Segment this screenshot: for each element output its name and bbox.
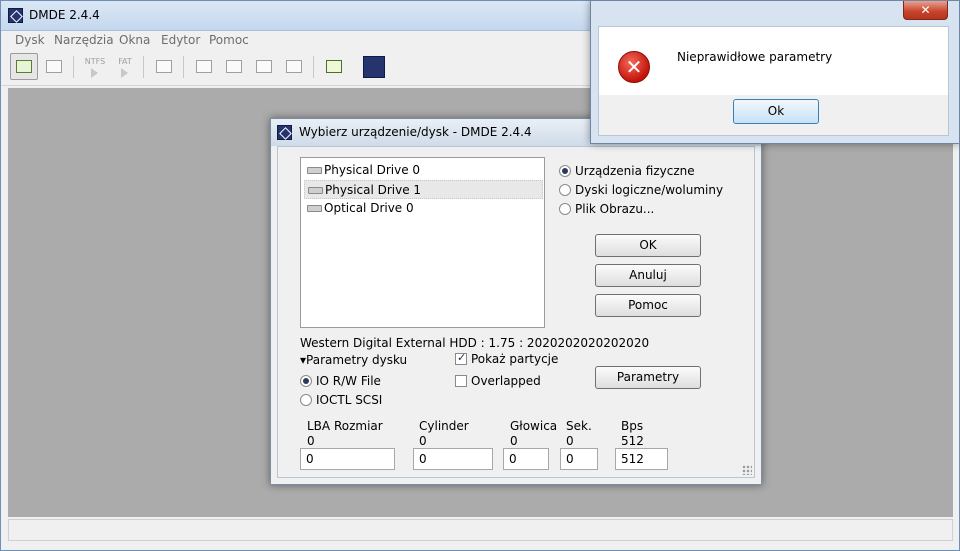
dialog-title: Wybierz urządzenie/dysk - DMDE 2.4.4 xyxy=(299,125,532,139)
drive-name: Physical Drive 0 xyxy=(324,163,421,177)
play-icon xyxy=(121,68,128,78)
heads-current-value: 0 xyxy=(510,434,518,448)
toolbar-separator xyxy=(313,56,314,78)
main-window-title: DMDE 2.4.4 xyxy=(29,8,100,22)
select-device-dialog: Wybierz urządzenie/dysk - DMDE 2.4.4 Phy… xyxy=(270,118,762,485)
table-icon xyxy=(256,60,272,73)
lba-size-label: LBA Rozmiar xyxy=(307,419,383,433)
help-button[interactable]: Pomoc xyxy=(595,294,701,317)
radio-label: Urządzenia fizyczne xyxy=(575,164,695,178)
sparkle-page-icon xyxy=(156,60,172,73)
status-bar xyxy=(8,519,953,541)
radio-indicator[interactable] xyxy=(300,394,312,406)
dialog-body: Physical Drive 0 Physical Drive 1 Optica… xyxy=(277,146,755,478)
optical-drive-icon xyxy=(307,205,322,212)
cylinder-current-value: 0 xyxy=(419,434,427,448)
search-icon xyxy=(286,60,302,73)
toolbar-separator xyxy=(73,56,74,78)
menu-pomoc[interactable]: Pomoc xyxy=(209,33,249,47)
radio-indicator[interactable] xyxy=(559,165,571,177)
ntfs-label: NTFS xyxy=(84,57,106,66)
radio-indicator[interactable] xyxy=(559,203,571,215)
fat-label: FAT xyxy=(118,57,132,66)
drive-list-item-selected[interactable]: Physical Drive 1 xyxy=(304,180,543,199)
drive-list-item[interactable]: Optical Drive 0 xyxy=(304,199,543,218)
checkbox-indicator[interactable] xyxy=(455,351,467,365)
bps-current-value: 512 xyxy=(621,434,644,448)
cancel-button[interactable]: Anuluj xyxy=(595,264,701,287)
table-view-button[interactable] xyxy=(250,53,278,80)
drive-icon xyxy=(16,60,32,73)
lba-current-value: 0 xyxy=(307,434,315,448)
dmde-app-icon xyxy=(8,8,23,23)
search-view-button[interactable] xyxy=(280,53,308,80)
parameters-button[interactable]: Parametry xyxy=(595,366,701,389)
list-view-button[interactable] xyxy=(220,53,248,80)
radio-label: Plik Obrazu... xyxy=(575,202,655,216)
sectors-current-value: 0 xyxy=(566,434,574,448)
menu-narzedzia[interactable]: Narzędzia xyxy=(54,33,114,47)
checkbox-label: Overlapped xyxy=(471,374,541,388)
drive-list-item[interactable]: Physical Drive 0 xyxy=(304,161,543,180)
play-icon xyxy=(91,68,98,78)
dmde-logo-icon xyxy=(363,56,385,78)
lba-size-field[interactable]: 0 xyxy=(300,448,395,470)
checkbox-indicator[interactable] xyxy=(455,375,467,387)
partitions-button[interactable] xyxy=(40,53,68,80)
error-ok-button[interactable]: Ok xyxy=(733,99,819,124)
radio-indicator[interactable] xyxy=(300,375,312,387)
error-message: Nieprawidłowe parametry xyxy=(677,50,833,64)
heads-field[interactable]: 0 xyxy=(503,448,549,470)
partition-list-icon xyxy=(46,60,62,73)
radio-label: IO R/W File xyxy=(316,374,381,388)
ntfs-button[interactable]: NTFS xyxy=(80,53,108,80)
checkbox-label: Pokaż partycje xyxy=(471,352,559,366)
fat-button[interactable]: FAT xyxy=(110,53,138,80)
hard-drive-icon xyxy=(308,187,323,194)
tree-view-button[interactable] xyxy=(190,53,218,80)
error-message-area: ✕ Nieprawidłowe parametry xyxy=(599,27,948,95)
sectors-label: Sek. xyxy=(566,419,592,433)
close-button[interactable]: ✕ xyxy=(903,1,948,20)
dmde-logo-button[interactable] xyxy=(360,53,388,80)
ok-button[interactable]: OK xyxy=(595,234,701,257)
list-icon xyxy=(226,60,242,73)
error-icon: ✕ xyxy=(618,51,650,83)
drive-name: Physical Drive 1 xyxy=(325,183,422,197)
disk-params-toggle[interactable]: ▾Parametry dysku xyxy=(300,353,407,367)
sectors-field[interactable]: 0 xyxy=(560,448,598,470)
dmde-app-icon xyxy=(277,125,292,140)
toolbar-separator xyxy=(143,56,144,78)
disk-params-label: Parametry dysku xyxy=(306,353,408,367)
radio-label: IOCTL SCSI xyxy=(316,393,383,407)
open-volume-button[interactable] xyxy=(150,53,178,80)
recover-button[interactable] xyxy=(320,53,348,80)
cylinder-field[interactable]: 0 xyxy=(413,448,493,470)
select-drive-button[interactable] xyxy=(10,53,38,80)
menu-okna[interactable]: Okna xyxy=(119,33,150,47)
resize-grip[interactable] xyxy=(742,465,752,475)
error-dialog-body: ✕ Nieprawidłowe parametry Ok xyxy=(598,26,949,136)
error-dialog: ✕ ✕ Nieprawidłowe parametry Ok xyxy=(590,0,960,144)
bps-field[interactable]: 512 xyxy=(615,448,668,470)
bps-label: Bps xyxy=(621,419,644,433)
device-info: Western Digital External HDD : 1.75 : 20… xyxy=(300,336,650,350)
drive-name: Optical Drive 0 xyxy=(324,201,414,215)
menu-dysk[interactable]: Dysk xyxy=(15,33,45,47)
hard-drive-icon xyxy=(307,167,322,174)
cylinder-label: Cylinder xyxy=(419,419,469,433)
drive-list[interactable]: Physical Drive 0 Physical Drive 1 Optica… xyxy=(300,157,545,328)
heads-label: Głowica xyxy=(510,419,558,433)
menu-edytor[interactable]: Edytor xyxy=(161,33,200,47)
toolbar-separator xyxy=(183,56,184,78)
copy-arrow-icon xyxy=(326,60,342,73)
radio-indicator[interactable] xyxy=(559,184,571,196)
radio-label: Dyski logiczne/woluminy xyxy=(575,183,724,197)
tree-icon xyxy=(196,60,212,73)
